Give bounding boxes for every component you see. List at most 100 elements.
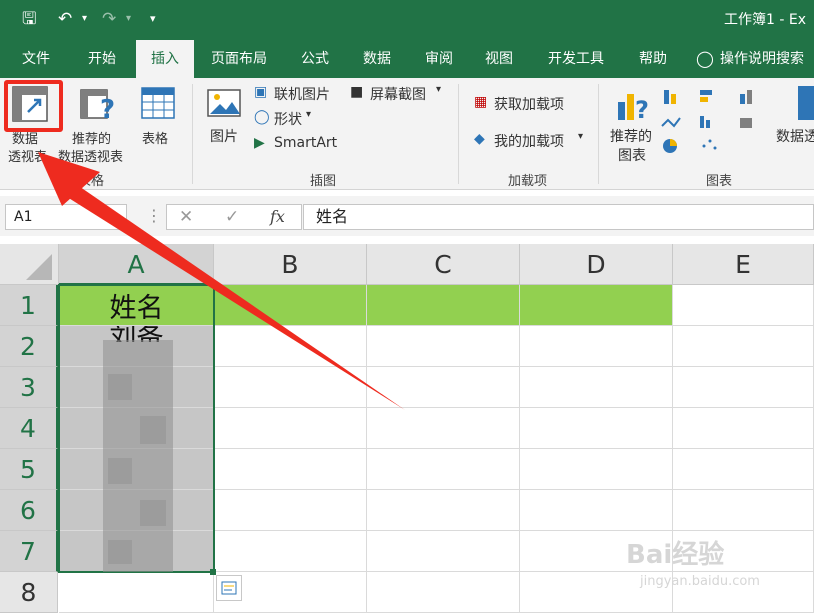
pictures-button[interactable] — [204, 84, 246, 124]
cell-b3[interactable] — [214, 367, 367, 408]
cell-c3[interactable] — [367, 367, 520, 408]
tab-help[interactable]: 帮助 — [626, 40, 680, 78]
recommended-pivot-label-1: 推荐的 — [72, 132, 112, 147]
shapes-dropdown-icon[interactable]: ▾ — [306, 109, 311, 120]
recommended-charts-button[interactable]: ? — [614, 84, 654, 124]
recommended-charts-label-2: 图表 — [618, 148, 646, 164]
smartart-button[interactable]: SmartArt — [274, 135, 337, 151]
name-box[interactable]: A1 — [5, 204, 127, 230]
tab-home[interactable]: 开始 — [74, 40, 130, 78]
tab-insert[interactable]: 插入 — [136, 40, 194, 78]
shapes-button[interactable]: 形状 — [274, 109, 302, 129]
insert-function-button[interactable]: fx — [270, 207, 285, 226]
redo-dropdown-icon[interactable]: ▾ — [126, 8, 131, 30]
cell-e4[interactable] — [673, 408, 814, 449]
recommended-pivot-button[interactable]: ? — [78, 84, 118, 125]
online-pictures-button[interactable]: 联机图片 — [274, 84, 330, 104]
svg-text:?: ? — [100, 95, 115, 124]
row-header-7[interactable]: 7 — [0, 531, 58, 572]
cell-b5[interactable] — [214, 449, 367, 490]
enter-icon[interactable]: ✓ — [225, 207, 239, 227]
screenshot-button[interactable]: 屏幕截图 — [370, 84, 426, 104]
cancel-icon[interactable]: ✕ — [179, 207, 193, 227]
tab-view[interactable]: 视图 — [472, 40, 526, 78]
my-addins-dropdown-icon[interactable]: ▾ — [578, 131, 583, 142]
ribbon-separator — [598, 84, 599, 184]
column-header-e[interactable]: E — [673, 244, 814, 285]
tab-page-layout[interactable]: 页面布局 — [202, 40, 276, 78]
chart-types-icons[interactable] — [660, 86, 790, 156]
row-header-1[interactable]: 1 — [0, 285, 58, 326]
cell-c2[interactable] — [367, 326, 520, 367]
cell-c6[interactable] — [367, 490, 520, 531]
column-header-b[interactable]: B — [214, 244, 367, 285]
row-header-6[interactable]: 6 — [0, 490, 58, 531]
blur-block — [140, 500, 166, 526]
tell-me-search[interactable]: 操作说明搜索 — [720, 40, 814, 78]
cell-c7[interactable] — [367, 531, 520, 572]
tables-group-label: 表格 — [78, 174, 105, 189]
name-box-dropdown-icon[interactable]: ▾ — [112, 210, 117, 221]
cell-d5[interactable] — [520, 449, 673, 490]
select-all-corner[interactable] — [0, 244, 59, 285]
pivot-table-label-2: 透视表 — [8, 150, 48, 165]
undo-dropdown-icon[interactable]: ▾ — [82, 8, 87, 30]
pictures-label: 图片 — [210, 129, 238, 145]
cell-c5[interactable] — [367, 449, 520, 490]
formula-bar: A1 ▾ ⋮ ✕ ✓ fx 姓名 — [0, 196, 814, 236]
row-header-5[interactable]: 5 — [0, 449, 58, 490]
cell-b6[interactable] — [214, 490, 367, 531]
recommended-pivot-icon: ? — [80, 89, 115, 125]
blur-block — [108, 374, 132, 400]
camera-icon: ■ — [350, 84, 364, 100]
cell-e5[interactable] — [673, 449, 814, 490]
cell-b1[interactable] — [214, 285, 367, 326]
cell-e6[interactable] — [673, 490, 814, 531]
redo-icon[interactable]: ↷ — [102, 8, 116, 30]
cell-e2[interactable] — [673, 326, 814, 367]
cell-d2[interactable] — [520, 326, 673, 367]
addins-group-label: 加载项 — [508, 174, 548, 189]
cell-c1[interactable] — [367, 285, 520, 326]
recommended-pivot-label-2: 数据透视表 — [58, 150, 124, 165]
watermark-brand: Bai经验 — [626, 540, 725, 570]
row-header-2[interactable]: 2 — [0, 326, 58, 367]
tab-file[interactable]: 文件 — [10, 40, 62, 78]
quick-analysis-icon — [221, 581, 237, 595]
quick-analysis-button[interactable] — [216, 575, 242, 601]
formula-buttons: ✕ ✓ fx — [166, 204, 302, 230]
get-addins-button[interactable]: 获取加载项 — [494, 94, 564, 114]
cell-a1-text: 姓名 — [109, 293, 164, 324]
tab-developer[interactable]: 开发工具 — [532, 40, 620, 78]
row-header-3[interactable]: 3 — [0, 367, 58, 408]
my-addins-button[interactable]: 我的加载项 — [494, 131, 564, 151]
screenshot-dropdown-icon[interactable]: ▾ — [436, 84, 441, 95]
tab-review[interactable]: 审阅 — [412, 40, 466, 78]
customize-qat-icon[interactable]: ▾ — [150, 8, 156, 30]
column-header-d[interactable]: D — [520, 244, 673, 285]
row-header-4[interactable]: 4 — [0, 408, 58, 449]
undo-icon[interactable]: ↶ — [58, 8, 72, 30]
cell-e3[interactable] — [673, 367, 814, 408]
cell-d1[interactable] — [520, 285, 673, 326]
column-header-a[interactable]: A — [59, 244, 214, 285]
cell-d6[interactable] — [520, 490, 673, 531]
ribbon: 数据 透视表 ? 推荐的 数据透视表 表格 表格 图片 ▣ 联机图片 ◯ 形状 … — [0, 78, 814, 190]
tab-formulas[interactable]: 公式 — [288, 40, 342, 78]
ribbon-separator — [458, 84, 459, 184]
spreadsheet-grid: A B C D E 1 2 3 4 5 6 7 8 姓名 刘备 Bai经验 ji… — [0, 244, 814, 613]
pivotchart-icon[interactable] — [798, 86, 814, 120]
cell-b7[interactable] — [214, 531, 367, 572]
formula-input[interactable]: 姓名 — [303, 204, 814, 230]
cell-d4[interactable] — [520, 408, 673, 449]
cell-b2[interactable] — [214, 326, 367, 367]
tab-data[interactable]: 数据 — [350, 40, 404, 78]
cell-b4[interactable] — [214, 408, 367, 449]
cell-c4[interactable] — [367, 408, 520, 449]
column-header-c[interactable]: C — [367, 244, 520, 285]
save-icon[interactable]: 🖫 — [22, 8, 36, 30]
cell-d3[interactable] — [520, 367, 673, 408]
table-button[interactable] — [140, 84, 176, 124]
pivotchart-label: 数据透 — [776, 129, 814, 145]
cell-e1[interactable] — [673, 285, 814, 326]
